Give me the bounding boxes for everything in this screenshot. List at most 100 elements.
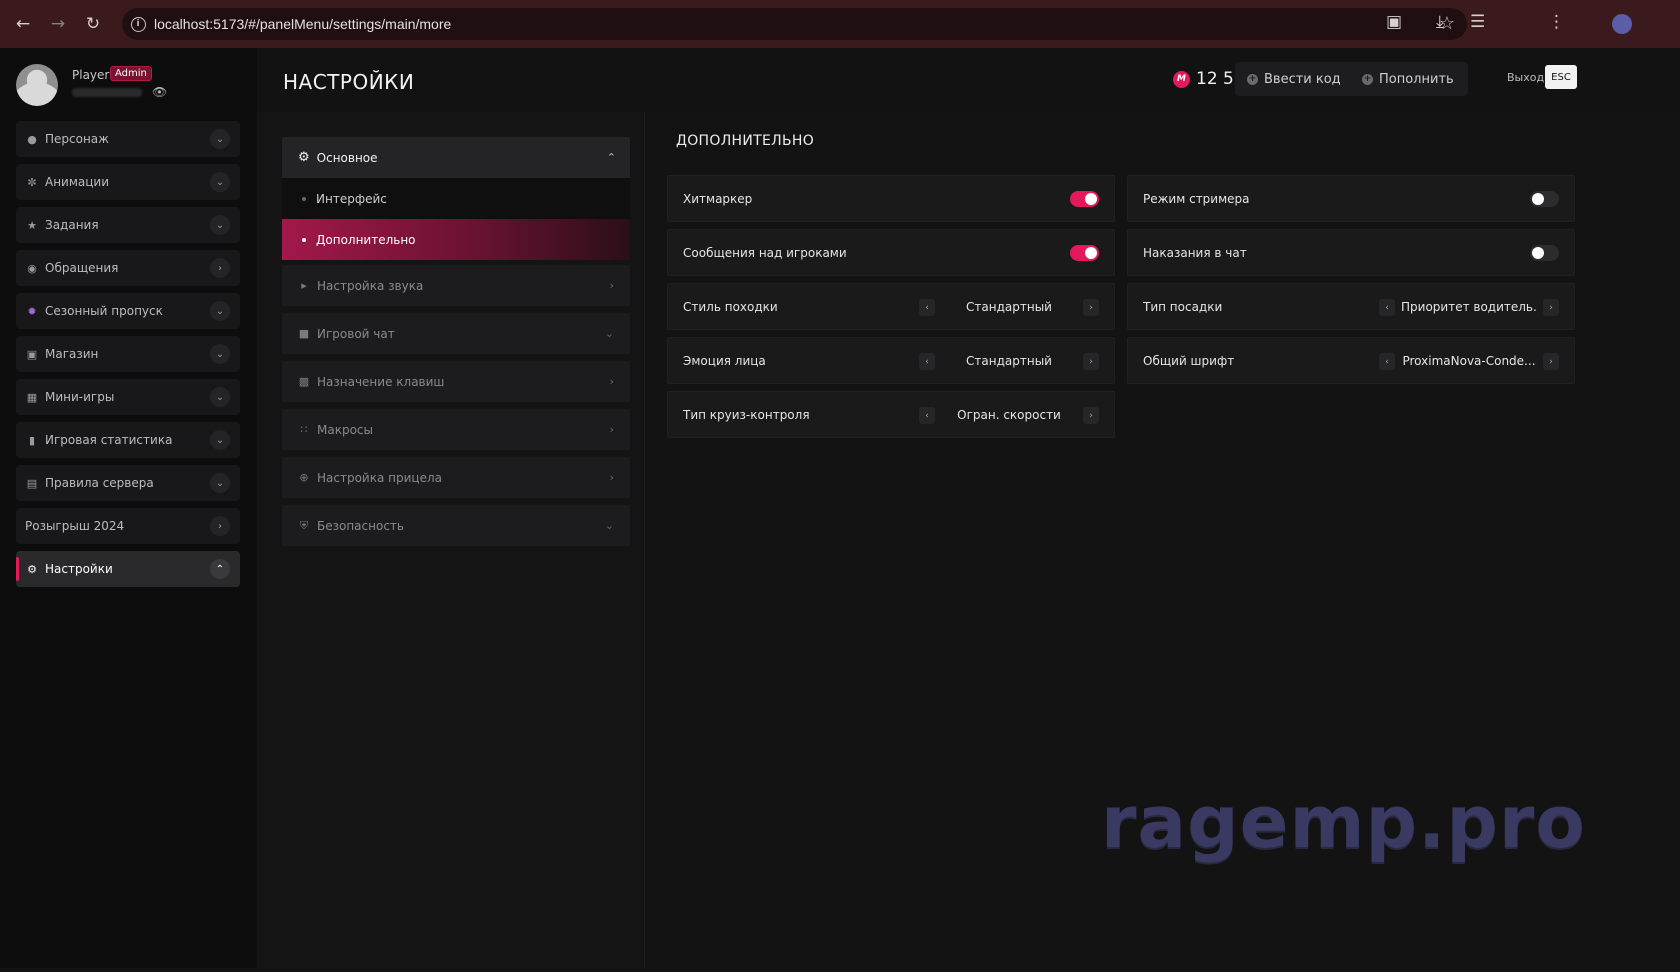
chevron-right-icon[interactable]: › (1543, 353, 1559, 370)
back-arrow-icon[interactable]: ← (10, 11, 36, 37)
chevron-left-icon[interactable]: ‹ (1379, 353, 1395, 370)
selector-value: Приоритет водитель... (1401, 300, 1537, 314)
chevron-left-icon[interactable]: ‹ (919, 299, 935, 316)
sidebar-item-label: Настройки (45, 562, 113, 576)
esc-key-badge[interactable]: ESC (1545, 65, 1577, 89)
admin-badge: Admin (110, 66, 152, 81)
setting-row-hitmarker: Хитмаркер (667, 175, 1115, 222)
chevron-right-icon[interactable]: › (610, 375, 614, 388)
media-queue-icon[interactable]: ☰ (1470, 12, 1485, 32)
submenu-item-label: Макросы (317, 422, 373, 437)
submenu-item-sound[interactable]: ▸ Настройка звука › (282, 265, 630, 306)
setting-row-face-emotion: Эмоция лица ‹ Стандартный › (667, 337, 1115, 384)
sidebar-item-giveaway-2024[interactable]: Розыгрыш 2024 › (16, 508, 240, 544)
chevron-right-icon[interactable]: › (210, 258, 230, 278)
setting-row-punishments-chat: Наказания в чат (1127, 229, 1575, 276)
sparkle-icon: ✹ (27, 304, 37, 318)
streamer-mode-toggle[interactable] (1530, 191, 1559, 207)
chevron-left-icon[interactable]: ‹ (1379, 299, 1395, 316)
submenu-item-keybinds[interactable]: ▩ Назначение клавиш › (282, 361, 630, 402)
chevron-down-icon[interactable]: ⌄ (210, 301, 230, 321)
submenu-item-label: Настройка звука (317, 278, 424, 293)
chevron-right-icon[interactable]: › (210, 516, 230, 536)
shield-icon: ⛨ (299, 518, 309, 532)
toggle-knob (1532, 193, 1544, 205)
chevron-down-icon[interactable]: ⌄ (210, 473, 230, 493)
setting-row-general-font: Общий шрифт ‹ ProximaNova-Conde... › (1127, 337, 1575, 384)
chevron-left-icon[interactable]: ‹ (919, 353, 935, 370)
punishments-chat-toggle[interactable] (1530, 245, 1559, 261)
chevron-down-icon[interactable]: ⌄ (210, 215, 230, 235)
chevron-down-icon[interactable]: ⌄ (210, 387, 230, 407)
top-up-button[interactable]: + Пополнить (1350, 62, 1468, 96)
hitmarker-toggle[interactable] (1070, 191, 1099, 207)
chevron-right-icon[interactable]: › (610, 423, 614, 436)
chevron-down-icon[interactable]: ⌄ (605, 519, 614, 532)
sidebar-item-animations[interactable]: ✼ Анимации ⌄ (16, 164, 240, 200)
selector-value: Стандартный (966, 300, 1052, 314)
chevron-up-icon[interactable]: ⌃ (607, 151, 616, 164)
toggle-knob (1085, 193, 1097, 205)
sidebar-item-character[interactable]: ● Персонаж ⌄ (16, 121, 240, 157)
chevron-down-icon[interactable]: ⌄ (605, 327, 614, 340)
sidebar-item-settings[interactable]: ⚙ Настройки ⌃ (16, 551, 240, 587)
selector-value: Стандартный (966, 354, 1052, 368)
sidebar-item-minigames[interactable]: ▦ Мини-игры ⌄ (16, 379, 240, 415)
shopping-bag-icon: ▣ (26, 347, 38, 361)
submenu-item-security[interactable]: ⛨ Безопасность ⌄ (282, 505, 630, 546)
sidebar-item-server-rules[interactable]: ▤ Правила сервера ⌄ (16, 465, 240, 501)
setting-label: Эмоция лица (683, 353, 766, 368)
chevron-right-icon[interactable]: › (1083, 299, 1099, 316)
chevron-right-icon[interactable]: › (610, 279, 614, 292)
submenu-item-crosshair[interactable]: ⊕ Настройка прицела › (282, 457, 630, 498)
speaker-icon: ▸ (301, 279, 307, 292)
chevron-down-icon[interactable]: ⌄ (210, 344, 230, 364)
selector-value: Огран. скорости (957, 408, 1061, 422)
sidebar-item-statistics[interactable]: ▮ Игровая статистика ⌄ (16, 422, 240, 458)
redeem-code-button[interactable]: + Ввести код (1235, 62, 1355, 96)
exit-label[interactable]: Выход (1507, 71, 1544, 84)
submenu-item-macros[interactable]: ∷ Макросы › (282, 409, 630, 450)
browser-profile-avatar[interactable] (1612, 14, 1632, 34)
chevron-left-icon[interactable]: ‹ (919, 407, 935, 424)
sidebar-item-season-pass[interactable]: ✹ Сезонный пропуск ⌄ (16, 293, 240, 329)
chevron-right-icon[interactable]: › (1083, 407, 1099, 424)
sidebar-item-shop[interactable]: ▣ Магазин ⌄ (16, 336, 240, 372)
document-icon: ▤ (26, 476, 38, 490)
page-title: НАСТРОЙКИ (283, 70, 415, 94)
browser-menu-icon[interactable]: ⋮ (1548, 12, 1565, 32)
submenu-item-label: Игровой чат (317, 326, 395, 341)
bullet-dot (302, 237, 306, 242)
chevron-right-icon[interactable]: › (1543, 299, 1559, 316)
chevron-down-icon[interactable]: ⌄ (210, 430, 230, 450)
site-info-icon[interactable]: i (122, 16, 154, 32)
submenu-item-label: Настройка прицела (317, 470, 442, 485)
sidebar-item-tickets[interactable]: ◉ Обращения › (16, 250, 240, 286)
submenu-item-interface[interactable]: Интерфейс (282, 178, 630, 219)
submenu-item-game-chat[interactable]: ■ Игровой чат ⌄ (282, 313, 630, 354)
eye-icon[interactable]: 👁 (152, 85, 167, 99)
chevron-right-icon[interactable]: › (610, 471, 614, 484)
download-icon[interactable]: ⤓ (1436, 12, 1444, 32)
redeem-code-label: Ввести код (1264, 71, 1341, 87)
extensions-icon[interactable]: ▣ (1386, 12, 1402, 32)
reload-icon[interactable]: ↻ (80, 11, 106, 37)
sidebar-item-label: Сезонный пропуск (45, 304, 163, 318)
overhead-messages-toggle[interactable] (1070, 245, 1099, 261)
walk-style-selector: ‹ Стандартный › (919, 297, 1099, 317)
submenu-item-label: Дополнительно (316, 232, 416, 247)
sidebar-item-quests[interactable]: ★ Задания ⌄ (16, 207, 240, 243)
setting-row-cruise-control: Тип круиз-контроля ‹ Огран. скорости › (667, 391, 1115, 438)
url-text: localhost:5173/#/panelMenu/settings/main… (154, 16, 452, 32)
forward-arrow-icon[interactable]: → (45, 11, 71, 37)
chevron-up-icon[interactable]: ⌃ (210, 559, 230, 579)
chevron-right-icon[interactable]: › (1083, 353, 1099, 370)
panel-divider (644, 112, 645, 972)
setting-label: Общий шрифт (1143, 353, 1235, 368)
address-bar[interactable]: i localhost:5173/#/panelMenu/settings/ma… (122, 8, 1467, 40)
submenu-item-additional[interactable]: Дополнительно (282, 219, 630, 260)
chevron-down-icon[interactable]: ⌄ (210, 129, 230, 149)
submenu-group-main[interactable]: ⚙ Основное ⌃ (282, 137, 630, 178)
coin-icon: M (1173, 70, 1190, 88)
chevron-down-icon[interactable]: ⌄ (210, 172, 230, 192)
